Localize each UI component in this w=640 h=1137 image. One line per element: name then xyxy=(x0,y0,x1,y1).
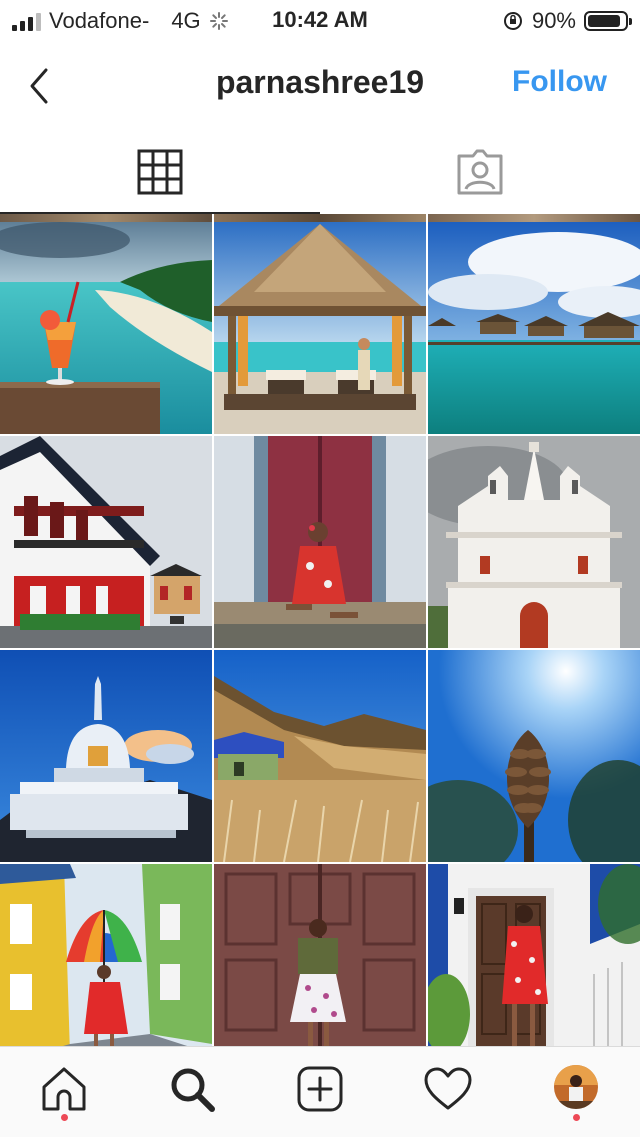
home-icon xyxy=(42,1067,86,1111)
post-thumbnail[interactable] xyxy=(0,222,212,434)
post-thumbnail[interactable] xyxy=(0,650,212,862)
tagged-user-icon xyxy=(457,149,503,195)
orientation-lock-icon xyxy=(503,12,522,30)
profile-avatar xyxy=(554,1065,598,1109)
notification-dot xyxy=(61,1114,68,1121)
tab-grid[interactable] xyxy=(0,140,320,216)
battery-level-fill xyxy=(588,15,620,27)
heart-icon xyxy=(424,1067,472,1110)
post-thumbnail[interactable] xyxy=(0,436,212,648)
post-thumbnail[interactable] xyxy=(214,864,426,1046)
status-bar: Vodafone- 4G 10:42 AM 90% xyxy=(0,0,640,40)
posts-grid xyxy=(0,214,640,1046)
bottom-navigation xyxy=(0,1046,640,1137)
follow-button[interactable]: Follow xyxy=(512,65,607,99)
grid-icon xyxy=(137,149,183,195)
add-post-icon xyxy=(297,1066,343,1112)
post-thumbnail[interactable] xyxy=(214,436,426,648)
nav-home[interactable] xyxy=(34,1065,94,1121)
tab-tagged[interactable] xyxy=(320,140,640,216)
previous-row-edge xyxy=(214,214,426,222)
battery-percent: 90% xyxy=(531,8,576,33)
nav-new-post[interactable] xyxy=(290,1065,350,1121)
post-thumbnail[interactable] xyxy=(428,650,640,862)
post-thumbnail[interactable] xyxy=(428,864,640,1046)
post-thumbnail[interactable] xyxy=(428,436,640,648)
profile-tabs xyxy=(0,140,640,216)
status-right: 90% xyxy=(502,8,632,34)
previous-row-edge xyxy=(428,214,640,222)
search-icon xyxy=(171,1068,215,1112)
post-thumbnail[interactable] xyxy=(214,222,426,434)
battery-icon xyxy=(584,11,632,31)
nav-activity[interactable] xyxy=(418,1065,478,1121)
notification-dot xyxy=(573,1114,580,1121)
previous-row-edge xyxy=(0,214,212,222)
post-thumbnail[interactable] xyxy=(214,650,426,862)
profile-header: parnashree19 Follow xyxy=(0,50,640,120)
nav-profile[interactable] xyxy=(546,1065,606,1121)
post-thumbnail[interactable] xyxy=(428,222,640,434)
nav-search[interactable] xyxy=(162,1065,222,1121)
post-thumbnail[interactable] xyxy=(0,864,212,1046)
